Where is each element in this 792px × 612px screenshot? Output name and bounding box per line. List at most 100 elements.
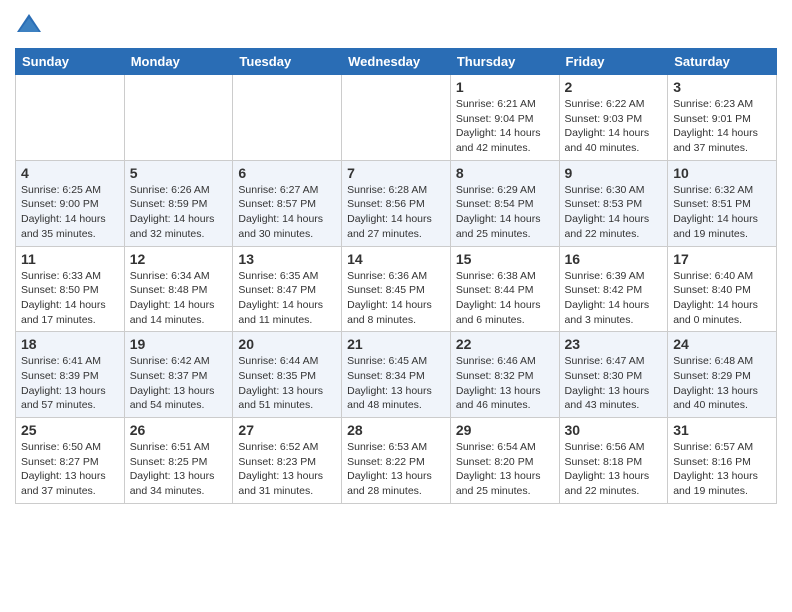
- day-number: 16: [565, 251, 663, 267]
- day-number: 25: [21, 422, 119, 438]
- day-info: Sunrise: 6:45 AM Sunset: 8:34 PM Dayligh…: [347, 354, 445, 413]
- day-info: Sunrise: 6:25 AM Sunset: 9:00 PM Dayligh…: [21, 183, 119, 242]
- calendar-cell: 13 Sunrise: 6:35 AM Sunset: 8:47 PM Dayli…: [233, 246, 342, 332]
- calendar-cell: 24Sunrise: 6:48 AM Sunset: 8:29 PM Dayli…: [668, 332, 777, 418]
- calendar-cell: [233, 75, 342, 161]
- logo-icon: [15, 10, 43, 38]
- day-number: 4: [21, 165, 119, 181]
- calendar-cell: 1 Sunrise: 6:21 AM Sunset: 9:04 PM Daylig…: [450, 75, 559, 161]
- calendar-cell: 30Sunrise: 6:56 AM Sunset: 8:18 PM Dayli…: [559, 418, 668, 504]
- day-info: Sunrise: 6:33 AM Sunset: 8:50 PM Dayligh…: [21, 269, 119, 328]
- calendar-cell: [124, 75, 233, 161]
- day-number: 11: [21, 251, 119, 267]
- day-info: Sunrise: 6:22 AM Sunset: 9:03 PM Dayligh…: [565, 97, 663, 156]
- calendar-week-row: 1 Sunrise: 6:21 AM Sunset: 9:04 PM Daylig…: [16, 75, 777, 161]
- day-number: 30: [565, 422, 663, 438]
- col-header-sunday: Sunday: [16, 49, 125, 75]
- calendar-table: SundayMondayTuesdayWednesdayThursdayFrid…: [15, 48, 777, 504]
- day-number: 9: [565, 165, 663, 181]
- calendar-cell: 31 Sunrise: 6:57 AM Sunset: 8:16 PM Dayli…: [668, 418, 777, 504]
- day-number: 14: [347, 251, 445, 267]
- calendar-cell: 7 Sunrise: 6:28 AM Sunset: 8:56 PM Daylig…: [342, 160, 451, 246]
- day-info: Sunrise: 6:53 AM Sunset: 8:22 PM Dayligh…: [347, 440, 445, 499]
- day-info: Sunrise: 6:32 AM Sunset: 8:51 PM Dayligh…: [673, 183, 771, 242]
- calendar-cell: 27 Sunrise: 6:52 AM Sunset: 8:23 PM Dayli…: [233, 418, 342, 504]
- day-number: 22: [456, 336, 554, 352]
- calendar-cell: [342, 75, 451, 161]
- calendar-week-row: 11 Sunrise: 6:33 AM Sunset: 8:50 PM Dayli…: [16, 246, 777, 332]
- calendar-cell: 17 Sunrise: 6:40 AM Sunset: 8:40 PM Dayli…: [668, 246, 777, 332]
- day-info: Sunrise: 6:36 AM Sunset: 8:45 PM Dayligh…: [347, 269, 445, 328]
- calendar-cell: 10 Sunrise: 6:32 AM Sunset: 8:51 PM Dayli…: [668, 160, 777, 246]
- calendar-cell: 26 Sunrise: 6:51 AM Sunset: 8:25 PM Dayli…: [124, 418, 233, 504]
- day-number: 13: [238, 251, 336, 267]
- day-info: Sunrise: 6:38 AM Sunset: 8:44 PM Dayligh…: [456, 269, 554, 328]
- day-number: 15: [456, 251, 554, 267]
- logo: [15, 10, 47, 38]
- calendar-cell: 19 Sunrise: 6:42 AM Sunset: 8:37 PM Dayli…: [124, 332, 233, 418]
- calendar-cell: 14 Sunrise: 6:36 AM Sunset: 8:45 PM Dayli…: [342, 246, 451, 332]
- page-header: [15, 10, 777, 38]
- calendar-cell: 3Sunrise: 6:23 AM Sunset: 9:01 PM Daylig…: [668, 75, 777, 161]
- calendar-cell: [16, 75, 125, 161]
- day-info: Sunrise: 6:27 AM Sunset: 8:57 PM Dayligh…: [238, 183, 336, 242]
- day-number: 8: [456, 165, 554, 181]
- calendar-cell: 16 Sunrise: 6:39 AM Sunset: 8:42 PM Dayli…: [559, 246, 668, 332]
- day-info: Sunrise: 6:41 AM Sunset: 8:39 PM Dayligh…: [21, 354, 119, 413]
- calendar-cell: 12Sunrise: 6:34 AM Sunset: 8:48 PM Dayli…: [124, 246, 233, 332]
- col-header-tuesday: Tuesday: [233, 49, 342, 75]
- col-header-monday: Monday: [124, 49, 233, 75]
- calendar-cell: 21 Sunrise: 6:45 AM Sunset: 8:34 PM Dayli…: [342, 332, 451, 418]
- day-number: 21: [347, 336, 445, 352]
- day-number: 29: [456, 422, 554, 438]
- day-info: Sunrise: 6:40 AM Sunset: 8:40 PM Dayligh…: [673, 269, 771, 328]
- day-info: Sunrise: 6:44 AM Sunset: 8:35 PM Dayligh…: [238, 354, 336, 413]
- calendar-cell: 29 Sunrise: 6:54 AM Sunset: 8:20 PM Dayli…: [450, 418, 559, 504]
- calendar-cell: 23 Sunrise: 6:47 AM Sunset: 8:30 PM Dayli…: [559, 332, 668, 418]
- day-number: 19: [130, 336, 228, 352]
- col-header-friday: Friday: [559, 49, 668, 75]
- day-info: Sunrise: 6:51 AM Sunset: 8:25 PM Dayligh…: [130, 440, 228, 499]
- day-number: 10: [673, 165, 771, 181]
- day-number: 28: [347, 422, 445, 438]
- day-info: Sunrise: 6:48 AM Sunset: 8:29 PM Dayligh…: [673, 354, 771, 413]
- day-number: 1: [456, 79, 554, 95]
- day-number: 17: [673, 251, 771, 267]
- calendar-cell: 5Sunrise: 6:26 AM Sunset: 8:59 PM Daylig…: [124, 160, 233, 246]
- day-number: 20: [238, 336, 336, 352]
- day-info: Sunrise: 6:39 AM Sunset: 8:42 PM Dayligh…: [565, 269, 663, 328]
- calendar-cell: 6Sunrise: 6:27 AM Sunset: 8:57 PM Daylig…: [233, 160, 342, 246]
- calendar-cell: 8Sunrise: 6:29 AM Sunset: 8:54 PM Daylig…: [450, 160, 559, 246]
- day-info: Sunrise: 6:34 AM Sunset: 8:48 PM Dayligh…: [130, 269, 228, 328]
- day-info: Sunrise: 6:21 AM Sunset: 9:04 PM Dayligh…: [456, 97, 554, 156]
- day-info: Sunrise: 6:47 AM Sunset: 8:30 PM Dayligh…: [565, 354, 663, 413]
- calendar-week-row: 4 Sunrise: 6:25 AM Sunset: 9:00 PM Daylig…: [16, 160, 777, 246]
- day-info: Sunrise: 6:42 AM Sunset: 8:37 PM Dayligh…: [130, 354, 228, 413]
- col-header-thursday: Thursday: [450, 49, 559, 75]
- day-info: Sunrise: 6:57 AM Sunset: 8:16 PM Dayligh…: [673, 440, 771, 499]
- day-number: 7: [347, 165, 445, 181]
- calendar-cell: 22 Sunrise: 6:46 AM Sunset: 8:32 PM Dayli…: [450, 332, 559, 418]
- day-info: Sunrise: 6:54 AM Sunset: 8:20 PM Dayligh…: [456, 440, 554, 499]
- day-info: Sunrise: 6:30 AM Sunset: 8:53 PM Dayligh…: [565, 183, 663, 242]
- day-number: 18: [21, 336, 119, 352]
- day-number: 31: [673, 422, 771, 438]
- calendar-header-row: SundayMondayTuesdayWednesdayThursdayFrid…: [16, 49, 777, 75]
- day-info: Sunrise: 6:52 AM Sunset: 8:23 PM Dayligh…: [238, 440, 336, 499]
- day-info: Sunrise: 6:46 AM Sunset: 8:32 PM Dayligh…: [456, 354, 554, 413]
- calendar-cell: 9 Sunrise: 6:30 AM Sunset: 8:53 PM Daylig…: [559, 160, 668, 246]
- day-info: Sunrise: 6:23 AM Sunset: 9:01 PM Dayligh…: [673, 97, 771, 156]
- col-header-wednesday: Wednesday: [342, 49, 451, 75]
- calendar-cell: 11 Sunrise: 6:33 AM Sunset: 8:50 PM Dayli…: [16, 246, 125, 332]
- calendar-week-row: 18 Sunrise: 6:41 AM Sunset: 8:39 PM Dayli…: [16, 332, 777, 418]
- day-number: 23: [565, 336, 663, 352]
- day-info: Sunrise: 6:50 AM Sunset: 8:27 PM Dayligh…: [21, 440, 119, 499]
- day-number: 27: [238, 422, 336, 438]
- calendar-cell: 15 Sunrise: 6:38 AM Sunset: 8:44 PM Dayli…: [450, 246, 559, 332]
- day-number: 5: [130, 165, 228, 181]
- day-info: Sunrise: 6:28 AM Sunset: 8:56 PM Dayligh…: [347, 183, 445, 242]
- day-info: Sunrise: 6:35 AM Sunset: 8:47 PM Dayligh…: [238, 269, 336, 328]
- calendar-cell: 18 Sunrise: 6:41 AM Sunset: 8:39 PM Dayli…: [16, 332, 125, 418]
- day-number: 26: [130, 422, 228, 438]
- calendar-cell: 20 Sunrise: 6:44 AM Sunset: 8:35 PM Dayli…: [233, 332, 342, 418]
